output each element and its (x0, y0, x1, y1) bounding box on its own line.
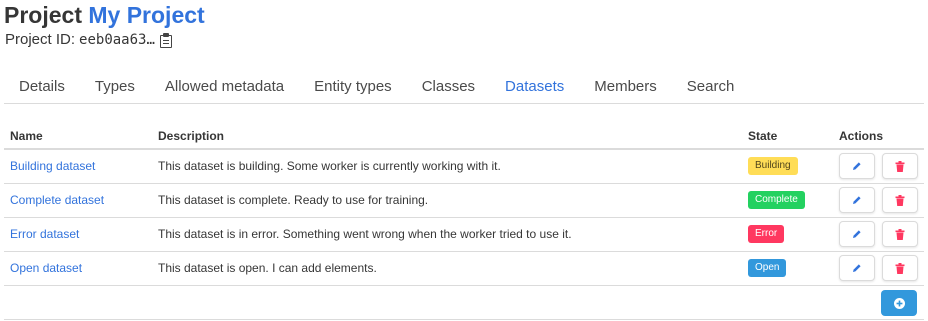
tab-types[interactable]: Types (80, 72, 150, 103)
table-row: Building dataset This dataset is buildin… (4, 149, 924, 184)
delete-button[interactable] (882, 255, 918, 281)
status-badge: Building (748, 157, 798, 176)
tab-allowed-metadata[interactable]: Allowed metadata (150, 72, 299, 103)
dataset-link[interactable]: Complete dataset (10, 193, 104, 207)
tab-members[interactable]: Members (579, 72, 672, 103)
table-row: Complete dataset This dataset is complet… (4, 183, 924, 218)
tab-entity-types[interactable]: Entity types (299, 72, 407, 103)
dataset-description: This dataset is in error. Something went… (152, 217, 742, 252)
edit-button[interactable] (839, 153, 875, 180)
add-dataset-button[interactable] (881, 290, 917, 316)
dataset-link[interactable]: Error dataset (10, 227, 79, 241)
status-badge: Error (748, 225, 785, 243)
dataset-description: This dataset is complete. Ready to use f… (152, 183, 742, 218)
header-description: Description (152, 123, 742, 150)
tab-classes[interactable]: Classes (407, 72, 490, 103)
pencil-icon (853, 196, 861, 204)
project-tabs: Details Types Allowed metadata Entity ty… (4, 72, 924, 104)
project-name: My Project (88, 2, 205, 28)
dataset-description: This dataset is open. I can add elements… (152, 251, 742, 286)
pencil-icon (853, 264, 861, 272)
delete-button[interactable] (882, 221, 918, 247)
dataset-link[interactable]: Building dataset (10, 159, 95, 173)
divider (4, 319, 924, 320)
page-title: Project My Project (4, 0, 205, 30)
project-id-label: Project ID: (5, 31, 76, 48)
status-badge: Open (748, 259, 787, 277)
tab-datasets[interactable]: Datasets (490, 72, 579, 103)
tab-details[interactable]: Details (4, 72, 80, 103)
dataset-description: This dataset is building. Some worker is… (152, 149, 742, 184)
datasets-table: Name Description State Actions Building … (4, 123, 924, 286)
edit-button[interactable] (839, 187, 875, 213)
trash-icon (895, 160, 905, 172)
header-state: State (742, 123, 833, 150)
trash-icon (895, 194, 905, 206)
tab-search[interactable]: Search (672, 72, 750, 103)
dataset-link[interactable]: Open dataset (10, 261, 82, 275)
trash-icon (895, 228, 905, 240)
pencil-icon (853, 230, 861, 238)
table-row: Open dataset This dataset is open. I can… (4, 251, 924, 286)
delete-button[interactable] (882, 153, 918, 180)
title-prefix: Project (4, 2, 82, 28)
edit-button[interactable] (839, 255, 875, 281)
header-actions: Actions (833, 123, 924, 150)
status-badge: Complete (748, 191, 805, 209)
table-header-row: Name Description State Actions (4, 123, 924, 150)
delete-button[interactable] (882, 187, 918, 213)
plus-circle-icon (893, 297, 905, 309)
edit-button[interactable] (839, 221, 875, 247)
pencil-icon (853, 162, 861, 171)
header-name: Name (4, 123, 152, 150)
table-row: Error dataset This dataset is in error. … (4, 217, 924, 252)
project-id-value: eeb0aa63… (79, 32, 155, 48)
trash-icon (895, 262, 905, 274)
project-id-row: Project ID: eeb0aa63… (5, 30, 172, 50)
clipboard-icon[interactable] (159, 32, 172, 48)
